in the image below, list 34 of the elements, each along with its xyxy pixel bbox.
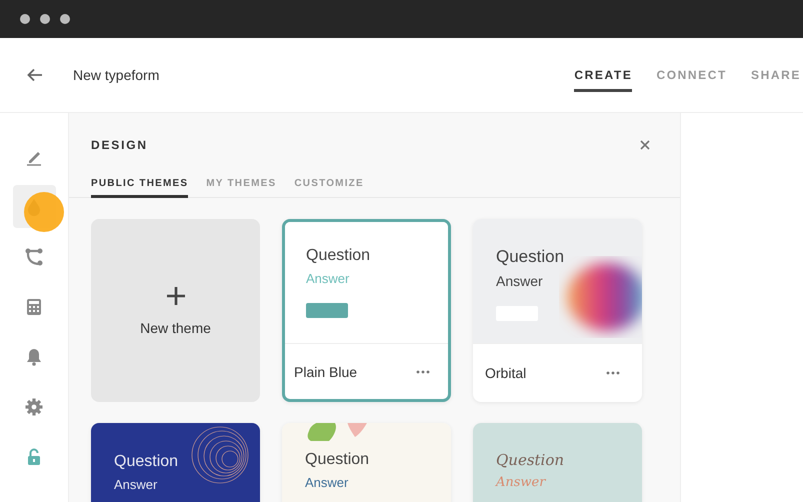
answer-text: Answer [306, 271, 350, 286]
branch-icon[interactable] [24, 246, 44, 266]
calculator-icon[interactable] [26, 298, 42, 316]
question-text: Question [496, 451, 564, 469]
plus-icon [166, 286, 186, 306]
nav-tab[interactable]: CREATE [574, 58, 632, 92]
close-icon[interactable] [640, 140, 650, 150]
answer-text: Answer [114, 477, 158, 492]
theme-card[interactable]: Question Answer [473, 423, 642, 502]
theme-card[interactable]: Question Answer Plain Blue [282, 219, 451, 402]
theme-card[interactable]: Question Answer Orbital [473, 219, 642, 402]
back-arrow-icon[interactable] [27, 68, 43, 82]
question-text: Question [114, 453, 178, 471]
settings-icon[interactable] [25, 398, 43, 416]
theme-tab[interactable]: PUBLIC THEMES [91, 178, 188, 198]
more-icon[interactable] [416, 370, 430, 374]
theme-card[interactable]: Question Answer [282, 423, 451, 502]
more-icon[interactable] [606, 371, 620, 375]
lock-icon[interactable] [27, 448, 41, 466]
question-text: Question [496, 247, 564, 267]
question-text: Question [305, 451, 370, 469]
answer-text: Answer [305, 475, 348, 490]
answer-text: Answer [496, 273, 543, 289]
theme-name: Orbital [485, 365, 526, 381]
theme-name: Plain Blue [294, 364, 358, 380]
answer-text: Answer [496, 475, 546, 490]
hotspot-tooltip[interactable] [24, 192, 64, 232]
new-theme-card[interactable]: New theme [91, 219, 260, 402]
question-text: Question [306, 247, 370, 265]
form-title: New typeform [73, 67, 160, 83]
theme-card[interactable]: Question Answer [91, 423, 260, 502]
bell-icon[interactable] [26, 348, 42, 366]
sample-button [306, 303, 348, 318]
panel-title: DESIGN [91, 138, 148, 152]
